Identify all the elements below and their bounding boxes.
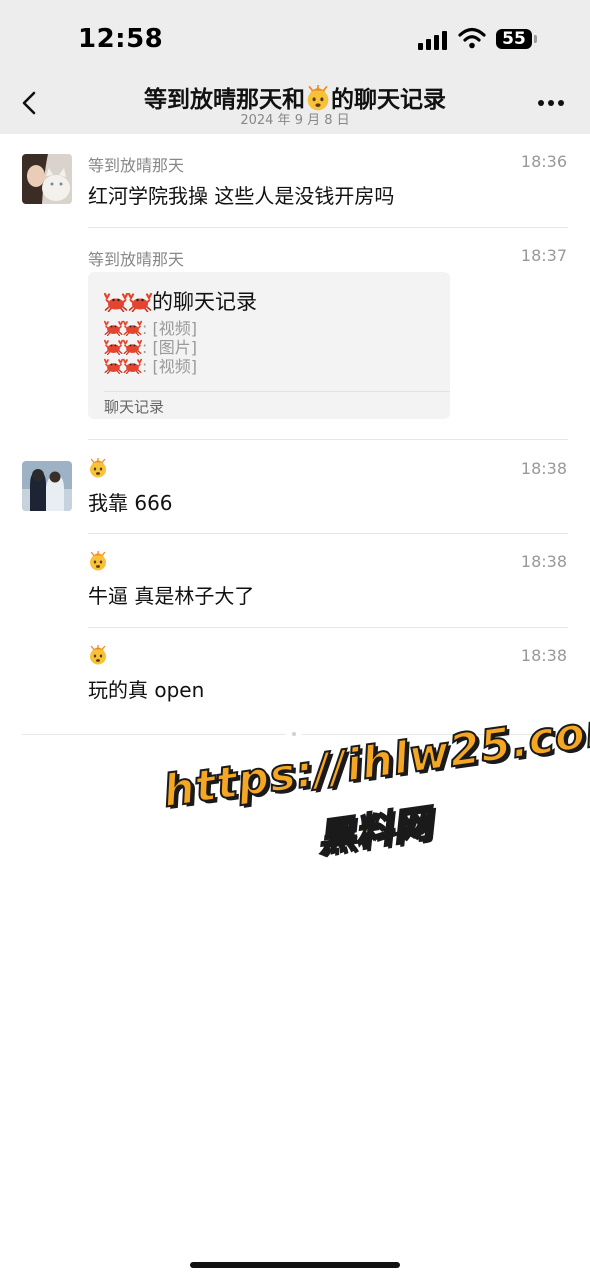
card-separator <box>104 391 450 392</box>
mind-blown-emoji-icon <box>88 645 108 665</box>
crab-emoji-icon <box>123 320 142 336</box>
card-line: : [视频] <box>104 319 197 338</box>
watermark: https://ihlw25.com 黑料网 <box>152 697 590 894</box>
end-divider <box>302 734 568 735</box>
forwarded-chat-record-card[interactable]: 的聊天记录 : [视频] : [图片] : [视频] 聊天记录 <box>88 272 450 419</box>
mind-blown-emoji-icon <box>305 85 331 111</box>
message-time: 18:38 <box>520 646 567 665</box>
back-arrow-icon[interactable] <box>16 88 44 118</box>
end-divider-dot <box>292 732 296 736</box>
card-line: : [图片] <box>104 338 197 357</box>
crab-emoji-icon <box>104 358 123 374</box>
watermark-url: https://ihlw25.com <box>159 700 590 818</box>
divider <box>88 227 568 228</box>
divider <box>88 533 568 534</box>
card-footer: 聊天记录 <box>104 398 165 416</box>
card-title-text: 的聊天记录 <box>152 290 257 314</box>
home-indicator[interactable] <box>190 1262 400 1268</box>
wifi-icon <box>458 27 486 49</box>
battery-icon: 55 <box>496 29 532 49</box>
card-line: : [视频] <box>104 357 197 376</box>
chat-record-header: 等到放晴那天和 的聊天记录 2024 年 9 月 8 日 <box>0 72 590 134</box>
message-text[interactable]: 我靠 666 <box>88 487 173 516</box>
message-text[interactable]: 玩的真 open <box>88 674 204 703</box>
crab-emoji-icon <box>123 339 142 355</box>
message-time: 18:38 <box>520 552 567 571</box>
message-time: 18:36 <box>520 152 567 171</box>
status-time: 12:58 <box>78 24 164 54</box>
end-divider <box>22 734 286 735</box>
card-line-text: : [视频] <box>142 319 197 338</box>
message-text[interactable]: 红河学院我操 这些人是没钱开房吗 <box>88 180 394 209</box>
status-bar: 12:58 55 <box>0 0 590 72</box>
crab-emoji-icon <box>104 320 123 336</box>
card-line-text: : [视频] <box>142 357 197 376</box>
mind-blown-emoji-icon <box>88 551 108 571</box>
mind-blown-emoji-icon <box>88 458 108 478</box>
card-title: 的聊天记录 <box>104 286 257 316</box>
crab-emoji-icon <box>104 292 128 312</box>
divider <box>88 439 568 440</box>
record-date: 2024 年 9 月 8 日 <box>240 113 350 128</box>
watermark-name: 黑料网 <box>313 800 434 861</box>
crab-emoji-icon <box>104 339 123 355</box>
avatar[interactable] <box>22 461 72 511</box>
sender-name: 等到放晴那天 <box>88 250 185 269</box>
sender-name: 等到放晴那天 <box>88 156 185 175</box>
message-text[interactable]: 牛逼 真是林子大了 <box>88 580 254 609</box>
card-line-text: : [图片] <box>142 338 197 357</box>
crab-emoji-icon <box>123 358 142 374</box>
cellular-signal-icon <box>418 30 450 50</box>
more-options-icon[interactable] <box>536 98 566 108</box>
divider <box>88 627 568 628</box>
crab-emoji-icon <box>128 292 152 312</box>
battery-cap <box>534 35 537 43</box>
message-time: 18:37 <box>520 246 567 265</box>
message-time: 18:38 <box>520 459 567 478</box>
avatar[interactable] <box>22 154 72 204</box>
